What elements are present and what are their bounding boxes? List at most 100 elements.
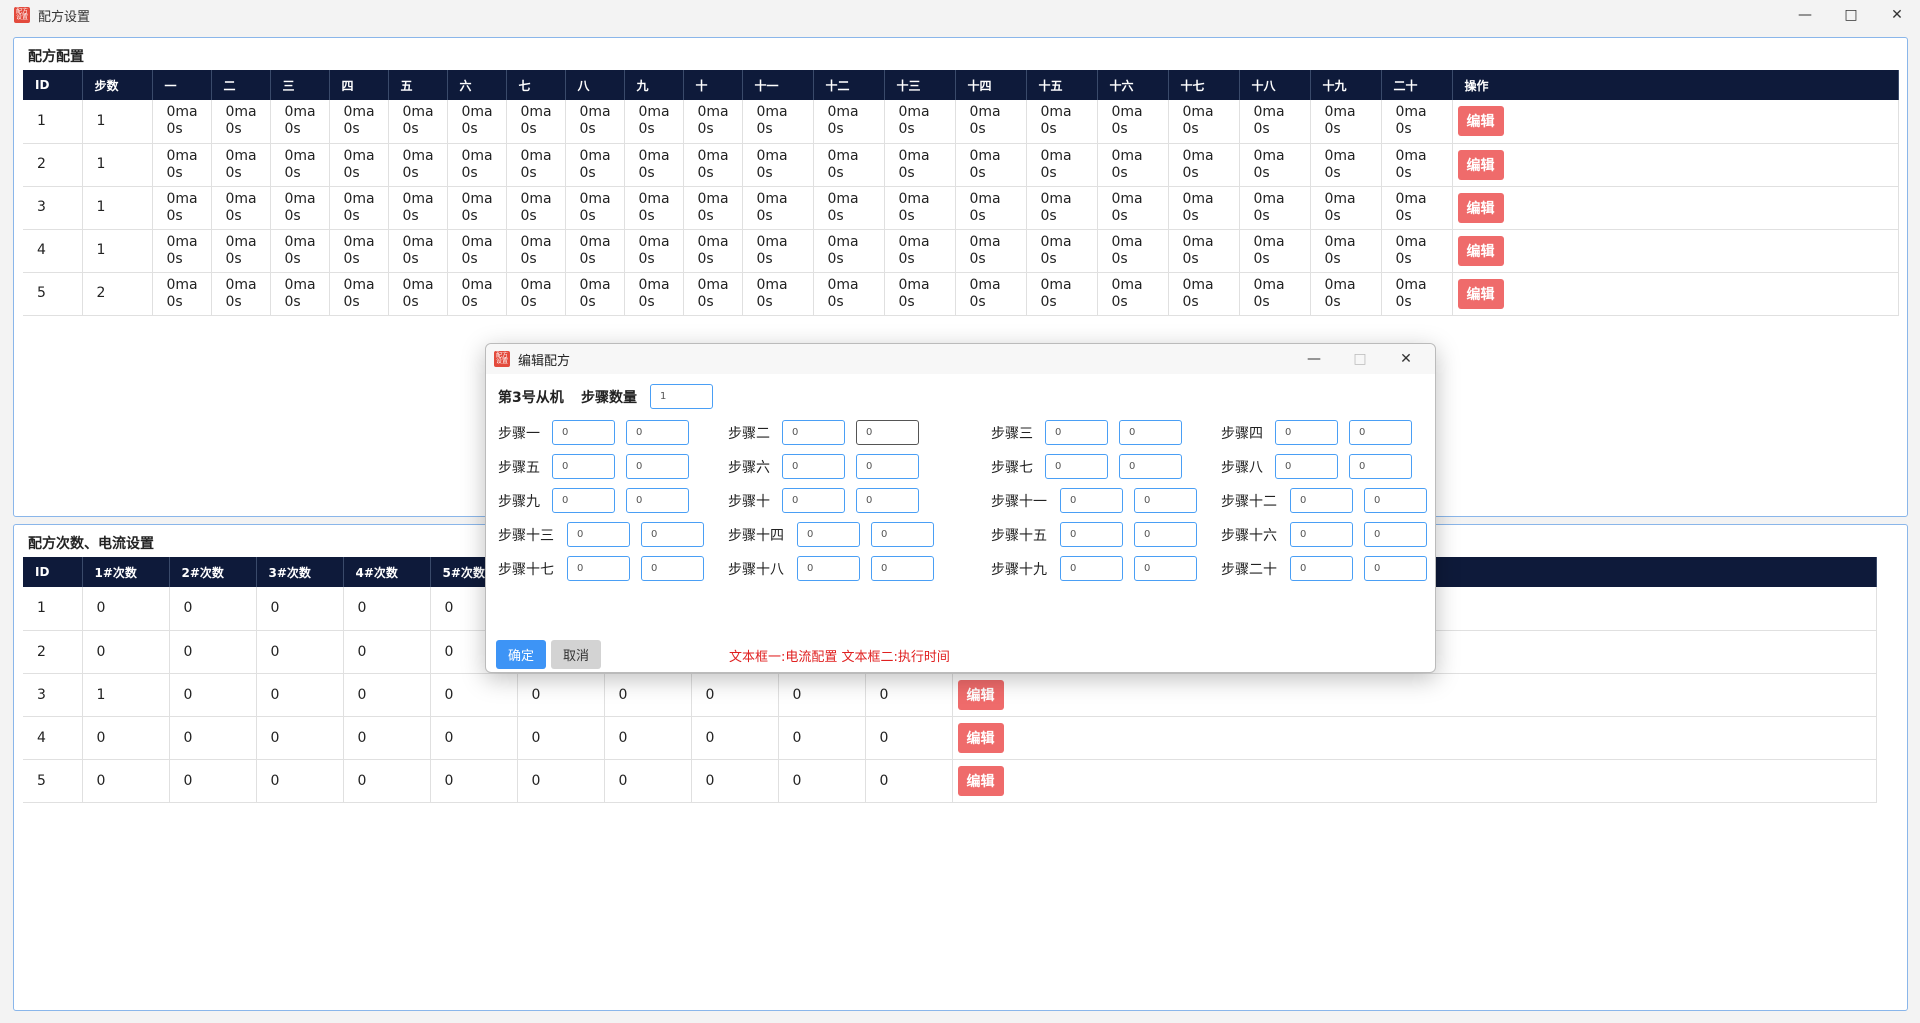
duration-input[interactable] (856, 420, 919, 445)
current-input[interactable] (1290, 556, 1353, 581)
step-cell: 0ma 0s (624, 143, 684, 187)
duration-input[interactable] (626, 420, 689, 445)
edit-button[interactable]: 编辑 (1457, 106, 1504, 137)
duration-input[interactable] (1349, 454, 1412, 479)
step-count-input[interactable] (650, 384, 713, 409)
step-cell: 0ma 0s (1381, 229, 1453, 273)
step-cell-value: 0ma 0s (520, 104, 552, 138)
step-cell-value: 0ma 0s (1324, 233, 1356, 267)
duration-input[interactable] (1134, 522, 1197, 547)
duration-input[interactable] (871, 522, 934, 547)
column-header: 十七 (1168, 70, 1240, 100)
count-cell: 0 (256, 759, 344, 803)
step-cell: 0ma 0s (884, 100, 956, 144)
row-id: 3 (23, 673, 83, 717)
step-cell: 0ma 0s (329, 229, 389, 273)
column-header: 十四 (955, 70, 1027, 100)
current-input[interactable] (782, 454, 845, 479)
duration-input[interactable] (856, 454, 919, 479)
current-input[interactable] (552, 454, 615, 479)
edit-button[interactable]: 编辑 (1457, 149, 1504, 180)
edit-button[interactable]: 编辑 (1457, 192, 1504, 223)
current-input[interactable] (797, 556, 860, 581)
duration-input[interactable] (1134, 488, 1197, 513)
step-cell-value: 0ma 0s (638, 147, 670, 181)
step-cell: 0ma 0s (1097, 272, 1169, 316)
count-cell: 0 (82, 759, 170, 803)
current-input[interactable] (1275, 420, 1338, 445)
duration-input[interactable] (626, 488, 689, 513)
current-input[interactable] (1045, 420, 1108, 445)
duration-input[interactable] (1349, 420, 1412, 445)
edit-button[interactable]: 编辑 (957, 722, 1004, 753)
duration-input[interactable] (1119, 420, 1182, 445)
current-input[interactable] (567, 556, 630, 581)
confirm-button[interactable]: 确定 (496, 640, 546, 669)
current-input[interactable] (552, 488, 615, 513)
window-title: 配方设置 (38, 9, 91, 25)
step-cell: 0ma 0s (388, 229, 448, 273)
edit-button[interactable]: 编辑 (957, 765, 1004, 796)
table-row: 5 2 0ma 0s 0ma 0s 0ma 0s 0ma 0s 0ma 0s 0ma 0s 0m… (23, 272, 1899, 316)
close-icon[interactable]: ✕ (1383, 344, 1429, 374)
current-input[interactable] (782, 488, 845, 513)
column-header: 十八 (1239, 70, 1311, 100)
duration-input[interactable] (1364, 522, 1427, 547)
duration-input[interactable] (626, 454, 689, 479)
step-cell-value: 0ma 0s (1182, 104, 1214, 138)
step-cell: 0ma 0s (1168, 186, 1240, 230)
current-input[interactable] (1060, 556, 1123, 581)
current-input[interactable] (782, 420, 845, 445)
cancel-button[interactable]: 取消 (551, 640, 601, 669)
column-header: 十六 (1097, 70, 1169, 100)
table-row: 3 1 0ma 0s 0ma 0s 0ma 0s 0ma 0s 0ma 0s 0ma 0s 0m… (23, 186, 1899, 230)
edit-button[interactable]: 编辑 (957, 679, 1004, 710)
recipe-config-table: ID 步数一二三四五六七八九十十一 十二 十三 十四 十五 十六 十七 十八 十九 二十 操作 110… (23, 70, 1899, 316)
row-steps: 1 (82, 186, 153, 230)
maximize-icon[interactable]: □ (1828, 0, 1874, 30)
current-input[interactable] (1275, 454, 1338, 479)
step-cell: 0ma 0s (955, 186, 1027, 230)
step-cell: 0ma 0s (683, 100, 743, 144)
step-cell-value: 0ma 0s (756, 233, 788, 267)
duration-input[interactable] (641, 522, 704, 547)
edit-button[interactable]: 编辑 (1457, 278, 1504, 309)
column-header: 七 (506, 70, 566, 100)
duration-input[interactable] (1364, 556, 1427, 581)
column-header: 八 (565, 70, 625, 100)
step-cell-value: 0ma 0s (1324, 276, 1356, 310)
close-icon[interactable]: ✕ (1874, 0, 1920, 30)
current-input[interactable] (1060, 488, 1123, 513)
step-cell-value: 0ma 0s (343, 233, 375, 267)
step-cell: 0ma 0s (1239, 100, 1311, 144)
step-cell: 0ma 0s (624, 100, 684, 144)
current-input[interactable] (552, 420, 615, 445)
duration-input[interactable] (1364, 488, 1427, 513)
current-input[interactable] (1290, 522, 1353, 547)
step-cell-value: 0ma 0s (1111, 147, 1143, 181)
step-cell: 0ma 0s (1168, 272, 1240, 316)
current-input[interactable] (797, 522, 860, 547)
step-cell-value: 0ma 0s (284, 147, 316, 181)
step-cell: 0ma 0s (152, 143, 212, 187)
count-cell: 0 (343, 673, 431, 717)
column-header: 十一 (742, 70, 814, 100)
count-cell: 0 (343, 630, 431, 674)
current-input[interactable] (1060, 522, 1123, 547)
duration-input[interactable] (641, 556, 704, 581)
step-cell: 0ma 0s (884, 272, 956, 316)
duration-input[interactable] (1134, 556, 1197, 581)
duration-input[interactable] (1119, 454, 1182, 479)
duration-input[interactable] (871, 556, 934, 581)
minimize-icon[interactable]: — (1291, 344, 1337, 374)
minimize-icon[interactable]: — (1782, 0, 1828, 30)
step-cell-value: 0ma 0s (1040, 147, 1072, 181)
duration-input[interactable] (856, 488, 919, 513)
count-cell: 0 (517, 673, 605, 717)
current-input[interactable] (1290, 488, 1353, 513)
current-input[interactable] (567, 522, 630, 547)
current-input[interactable] (1045, 454, 1108, 479)
step-cell: 0ma 0s (506, 272, 566, 316)
edit-button[interactable]: 编辑 (1457, 235, 1504, 266)
column-header: 1#次数 (82, 557, 170, 587)
